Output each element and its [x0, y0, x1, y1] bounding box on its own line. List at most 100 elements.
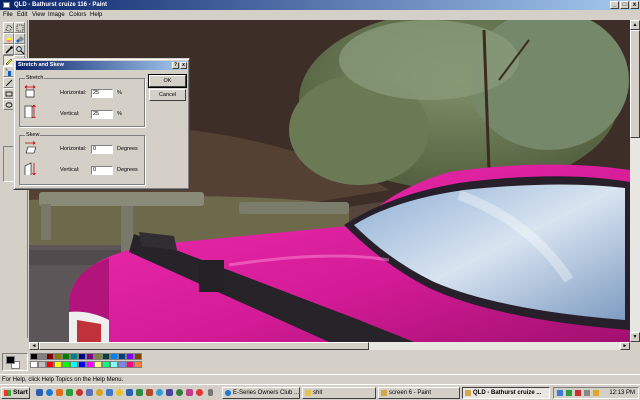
palette-swatch[interactable] — [86, 361, 94, 368]
select-icon[interactable] — [14, 22, 25, 33]
skew-vertical-input[interactable]: 0 — [91, 166, 113, 175]
quick-launch-overflow-icon[interactable] — [208, 389, 213, 396]
system-tray: 12:13 PM — [553, 387, 639, 399]
palette-swatch[interactable] — [54, 353, 62, 360]
eraser-icon[interactable] — [3, 33, 14, 44]
scroll-left-button[interactable]: ◄ — [29, 342, 39, 350]
word-icon[interactable] — [126, 389, 133, 396]
palette-swatch[interactable] — [118, 361, 126, 368]
palette-swatch[interactable] — [102, 353, 110, 360]
palette-swatch[interactable] — [134, 353, 142, 360]
palette-swatch[interactable] — [110, 353, 118, 360]
palette-swatch[interactable] — [78, 361, 86, 368]
palette-swatch[interactable] — [30, 361, 38, 368]
free-select-icon[interactable] — [3, 22, 14, 33]
vertical-scroll-thumb[interactable] — [630, 30, 640, 138]
scroll-down-button[interactable]: ▼ — [630, 332, 640, 342]
stretch-vertical-input[interactable]: 25 — [91, 110, 113, 119]
task-screen6-paint[interactable]: screen 6 - Paint — [378, 387, 460, 399]
palette-swatch[interactable] — [38, 353, 46, 360]
palette-swatch[interactable] — [70, 361, 78, 368]
quick-launch-icon-14[interactable] — [176, 389, 183, 396]
horizontal-scrollbar[interactable]: ◄ ► — [29, 342, 630, 350]
task-qld-bathurst[interactable]: QLD - Bathurst cruize ... — [462, 387, 550, 399]
quick-launch-icon-6[interactable] — [96, 389, 103, 396]
stretch-horizontal-input[interactable]: 25 — [91, 89, 113, 98]
palette-swatch[interactable] — [30, 353, 38, 360]
show-desktop-icon[interactable] — [36, 389, 43, 396]
palette-swatch[interactable] — [62, 361, 70, 368]
cancel-button[interactable]: Cancel — [149, 89, 186, 101]
tray-icon-5[interactable] — [593, 390, 599, 396]
clock[interactable]: 12:13 PM — [609, 388, 635, 398]
palette-swatch[interactable] — [126, 361, 134, 368]
menu-view[interactable]: View — [32, 11, 45, 19]
palette-swatch[interactable] — [118, 353, 126, 360]
paint-app-icon[interactable] — [3, 2, 10, 8]
quick-launch-icon-5[interactable] — [86, 389, 93, 396]
dialog-help-button[interactable]: ? — [172, 62, 179, 69]
dialog-close-button[interactable]: x — [180, 62, 187, 69]
browser-icon — [225, 390, 231, 396]
window-title: QLD - Bathurst cruize 116 - Paint — [14, 2, 108, 8]
palette-swatch[interactable] — [46, 361, 54, 368]
menu-image[interactable]: Image — [48, 11, 65, 19]
palette-swatch[interactable] — [126, 353, 134, 360]
quick-launch-icon-3[interactable] — [66, 389, 73, 396]
palette-swatch[interactable] — [134, 361, 142, 368]
color-picker-icon[interactable] — [3, 44, 14, 55]
task-e-series[interactable]: E-Series Owners Club ... — [222, 387, 300, 399]
ok-button[interactable]: OK — [148, 74, 187, 88]
quick-launch-icon-4[interactable] — [76, 389, 83, 396]
menu-edit[interactable]: Edit — [17, 11, 27, 19]
primary-color[interactable] — [6, 356, 15, 364]
firefox-icon[interactable] — [56, 389, 63, 396]
excel-icon[interactable] — [136, 389, 143, 396]
palette-swatch[interactable] — [62, 353, 70, 360]
quick-launch-icon-16[interactable] — [196, 389, 203, 396]
menu-file[interactable]: File — [3, 11, 13, 19]
skew-vertical-icon — [24, 162, 36, 175]
stretch-skew-dialog: Stretch and Skew ? x Stretch Horizontal:… — [13, 58, 190, 190]
quick-launch-icon-11[interactable] — [146, 389, 153, 396]
vertical-scrollbar[interactable]: ▲ ▼ — [630, 20, 640, 342]
magnifier-icon[interactable] — [14, 44, 25, 55]
palette-swatch[interactable] — [46, 353, 54, 360]
menu-help[interactable]: Help — [90, 11, 102, 19]
fill-icon[interactable] — [14, 33, 25, 44]
dialog-title-bar[interactable]: Stretch and Skew ? x — [16, 61, 187, 70]
palette-swatch[interactable] — [70, 353, 78, 360]
skew-group: Skew Horizontal: 0 Degrees Vertical: 0 D… — [19, 132, 145, 185]
minimize-button[interactable]: _ — [610, 1, 619, 9]
quick-launch-icon-8[interactable] — [116, 389, 123, 396]
internet-explorer-icon[interactable] — [46, 389, 53, 396]
antivirus-icon[interactable] — [575, 390, 581, 396]
scroll-up-button[interactable]: ▲ — [630, 20, 640, 30]
start-button[interactable]: Start — [1, 387, 30, 399]
palette-swatch[interactable] — [86, 353, 94, 360]
scroll-right-button[interactable]: ► — [620, 342, 630, 350]
palette-swatch[interactable] — [110, 361, 118, 368]
tray-icon-2[interactable] — [566, 390, 572, 396]
volume-icon[interactable] — [584, 390, 590, 396]
skew-horizontal-input[interactable]: 0 — [91, 145, 113, 154]
palette-swatch[interactable] — [94, 353, 102, 360]
palette-swatch[interactable] — [102, 361, 110, 368]
palette-swatch[interactable] — [94, 361, 102, 368]
maximize-button[interactable]: □ — [620, 1, 629, 9]
task-shit[interactable]: shit — [302, 387, 376, 399]
messenger-icon[interactable] — [156, 389, 163, 396]
palette-swatch[interactable] — [54, 361, 62, 368]
quick-launch-icon-15[interactable] — [186, 389, 193, 396]
stretch-vertical-icon — [24, 104, 36, 118]
palette-swatch[interactable] — [38, 361, 46, 368]
skew-horizontal-unit: Degrees — [117, 146, 138, 152]
network-icon[interactable] — [557, 390, 563, 396]
horizontal-scroll-thumb[interactable] — [39, 342, 369, 350]
color-palette — [0, 350, 640, 374]
palette-swatch[interactable] — [78, 353, 86, 360]
quick-launch-icon-7[interactable] — [106, 389, 113, 396]
quick-launch-icon-13[interactable] — [166, 389, 173, 396]
menu-colors[interactable]: Colors — [69, 11, 86, 19]
close-button[interactable]: x — [630, 1, 639, 9]
